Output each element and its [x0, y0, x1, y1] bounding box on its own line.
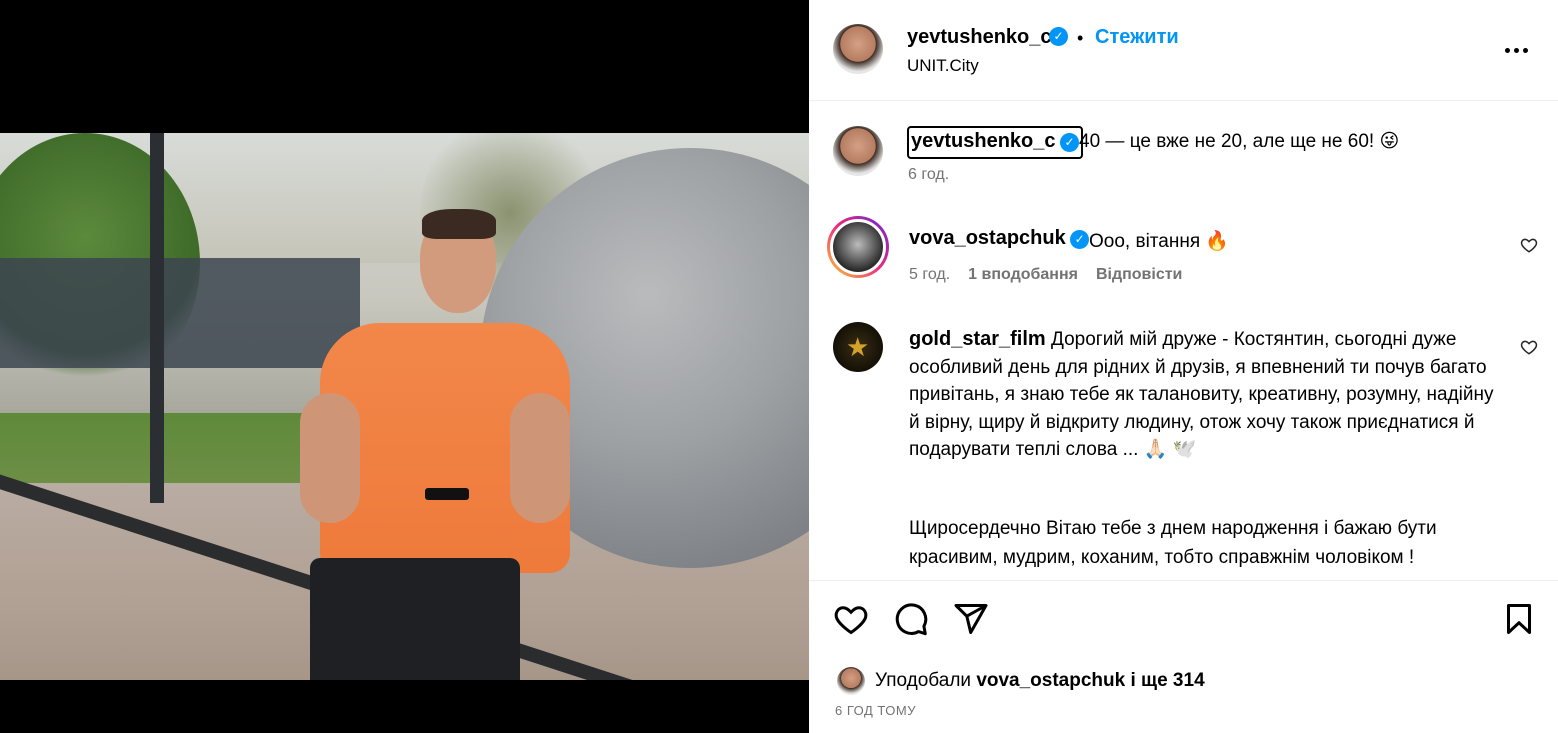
- author-avatar[interactable]: [833, 24, 883, 74]
- post-actions: Уподобали vova_ostapchuk і ще 314 6 ГОД …: [809, 580, 1558, 733]
- caption-username[interactable]: yevtushenko_c: [911, 130, 1056, 152]
- post-time[interactable]: 6 ГОД ТОМУ: [835, 703, 916, 718]
- likes-summary[interactable]: Уподобали vova_ostapchuk і ще 314: [875, 670, 1205, 692]
- comment-username[interactable]: vova_ostapchuk: [909, 227, 1066, 249]
- person-arm: [300, 393, 360, 523]
- comment-text: Щиросердечно Вітаю тебе з днем народженн…: [909, 518, 1437, 568]
- separator-dot: •: [1077, 28, 1084, 48]
- follow-button[interactable]: Стежити: [1095, 26, 1179, 49]
- comment-meta: 5 год. 1 вподобання Відповісти: [909, 266, 1182, 284]
- share-icon[interactable]: [953, 601, 989, 637]
- comment-text: Ооо, вітання 🔥: [1089, 231, 1230, 252]
- reply-button[interactable]: Відповісти: [1096, 266, 1182, 284]
- verified-badge-icon: ✓: [1049, 27, 1068, 46]
- verified-badge-icon: ✓: [1070, 230, 1090, 250]
- comment-username-wrap[interactable]: vova_ostapchuk ✓: [909, 227, 1090, 250]
- liker-avatar[interactable]: [837, 667, 865, 695]
- likes-prefix: Уподобали: [875, 670, 972, 691]
- comments-list[interactable]: yevtushenko_c ✓ 40 — це вже не 20, але щ…: [809, 102, 1558, 580]
- person-phone: [425, 488, 469, 500]
- caption-text: 40 — це вже не 20, але ще не 60! 😜: [1079, 131, 1400, 152]
- post-media[interactable]: [0, 0, 809, 733]
- comment-avatar[interactable]: [827, 216, 889, 278]
- person-pants: [310, 558, 520, 680]
- person-arm: [510, 393, 570, 523]
- comment-text-block: gold_star_film Дорогий мій друже - Костя…: [909, 326, 1499, 464]
- post-header: yevtushenko_c ✓ • Стежити UNIT.City: [809, 0, 1558, 101]
- person-hair: [422, 209, 496, 239]
- photo-grass: [0, 413, 330, 493]
- post-panel: yevtushenko_c ✓ • Стежити UNIT.City yevt…: [809, 0, 1558, 733]
- caption-avatar[interactable]: [833, 126, 883, 176]
- comment-icon[interactable]: [893, 601, 929, 637]
- photo-person: [300, 209, 580, 680]
- likes-suffix[interactable]: і ще 314: [1131, 670, 1205, 691]
- comment-username[interactable]: gold_star_film: [909, 328, 1046, 350]
- star-logo-icon: ★: [846, 332, 870, 362]
- caption-username-box[interactable]: yevtushenko_c ✓: [907, 126, 1083, 159]
- comment-likes[interactable]: 1 вподобання: [968, 266, 1078, 284]
- comment-time[interactable]: 5 год.: [909, 266, 950, 284]
- author-username[interactable]: yevtushenko_c: [907, 26, 1052, 49]
- likes-user[interactable]: vova_ostapchuk: [976, 670, 1125, 691]
- comment-avatar[interactable]: ★: [833, 322, 883, 372]
- like-icon[interactable]: [833, 601, 869, 637]
- caption-time[interactable]: 6 год.: [908, 166, 949, 184]
- comment-like-icon[interactable]: [1520, 236, 1538, 254]
- comment-like-icon[interactable]: [1520, 338, 1538, 356]
- verified-badge-icon: ✓: [1059, 133, 1079, 153]
- more-options-icon[interactable]: [1505, 37, 1531, 63]
- photo-pole: [150, 133, 164, 503]
- post-photo[interactable]: [0, 133, 809, 680]
- bookmark-icon[interactable]: [1501, 601, 1537, 637]
- post-location[interactable]: UNIT.City: [907, 56, 979, 76]
